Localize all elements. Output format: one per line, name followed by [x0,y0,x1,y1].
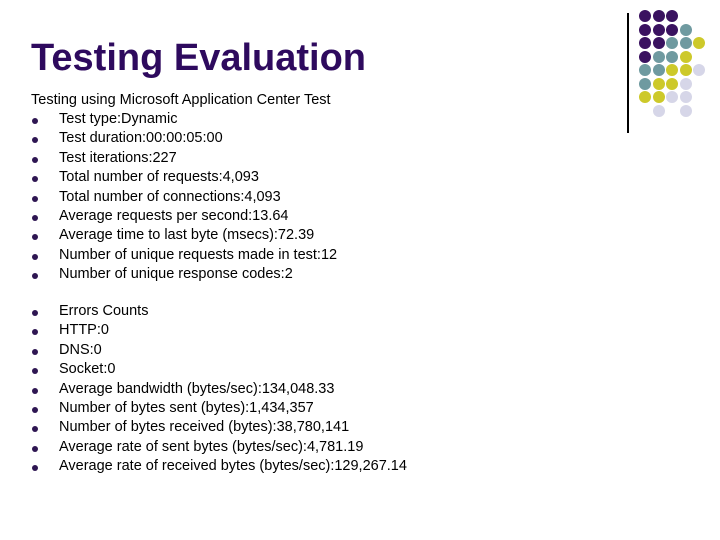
list-item: Test type:Dynamic [31,110,337,129]
decorative-dot [652,37,665,49]
decorative-dot [666,23,679,36]
bullet-icon [32,234,38,241]
slide-title: Testing Evaluation [31,37,367,79]
list-item-text: Test type:Dynamic [59,111,178,127]
decorative-dot [666,91,679,103]
decorative-dot [679,104,692,117]
list-item-text: Number of unique response codes:2 [59,266,293,283]
decorative-dot [652,50,665,63]
decorative-dot [693,64,706,76]
bullet-icon [32,348,38,355]
list-item-text: Number of bytes sent (bytes):1,434,357 [59,399,314,416]
list-item: Average rate of sent bytes (bytes/sec):4… [31,438,407,457]
list-item: DNS:0 [31,341,407,360]
list-item-text: Average bandwidth (bytes/sec):134,048.33 [59,380,335,397]
decorative-dot [639,10,651,22]
list-item: Socket:0 [31,360,407,379]
list-item-text: Socket:0 [59,361,116,378]
bullet-icon [32,156,38,163]
list-item: Number of bytes sent (bytes):1,434,357 [31,399,407,418]
list-item: Average rate of received bytes (bytes/se… [31,457,407,476]
bullet-icon [32,253,38,260]
list-item-text: Number of unique requests made in test:1… [59,246,338,263]
decorative-dot [679,77,692,90]
decorative-dot [666,77,679,90]
bullet-icon [32,273,38,280]
list-item: Number of unique requests made in test:1… [31,246,337,265]
decorative-dot [666,10,679,22]
errors-bandwidth-list: Errors Counts HTTP:0 DNS:0 Socket:0 Aver… [31,302,407,477]
bullet-icon [32,387,38,394]
decorative-dot [666,37,679,49]
decorative-dot [652,23,665,36]
bullet-icon [32,310,38,316]
decorative-dot [639,37,651,49]
decorative-dot [679,91,692,103]
list-item: Test duration:00:00:05:00 [31,129,337,148]
bullet-icon [32,214,38,221]
decorative-dot [679,50,692,63]
bullet-icon [32,406,38,413]
decorative-dot [639,64,651,76]
decorative-dot [679,23,692,36]
bullet-icon [32,329,38,336]
bullet-icon [32,137,38,144]
list-item: Total number of requests:4,093 [31,168,337,187]
decorative-divider-line [627,13,629,133]
list-item-text: Average time to last byte (msecs):72.39 [59,227,315,244]
list-item: Average requests per second:13.64 [31,207,337,226]
list-item-text: Test iterations:227 [59,149,177,166]
bullet-icon [32,118,38,124]
decorative-dot [652,104,665,117]
decorative-dot [693,37,706,49]
list-item-text: DNS:0 [59,341,102,358]
list-item-text: Average rate of received bytes (bytes/se… [59,458,407,475]
decorative-dot [652,91,665,103]
list-item-text: Errors Counts [59,303,149,319]
list-item-text: Total number of connections:4,093 [59,188,281,205]
decorative-dot [639,50,651,63]
list-item: Total number of connections:4,093 [31,188,337,207]
list-item: Average time to last byte (msecs):72.39 [31,226,337,245]
decorative-dot [652,64,665,76]
list-item: Errors Counts [31,302,407,321]
decorative-dot [639,23,651,36]
list-item-text: Number of bytes received (bytes):38,780,… [59,419,350,436]
decorative-dot [639,77,651,90]
list-item: Number of bytes received (bytes):38,780,… [31,418,407,437]
bullet-icon [32,195,38,202]
list-item: Number of unique response codes:2 [31,265,337,284]
decorative-dot [666,64,679,76]
decorative-dot [679,37,692,49]
list-item-text: Average requests per second:13.64 [59,207,289,224]
decorative-dot [639,91,651,103]
list-item: Average bandwidth (bytes/sec):134,048.33 [31,380,407,399]
decorative-dot [666,50,679,63]
decorative-dot [652,10,665,22]
list-item-text: HTTP:0 [59,322,109,339]
bullet-icon [32,426,38,433]
bullet-icon [32,368,38,375]
list-item-text: Total number of requests:4,093 [59,169,259,186]
list-item: HTTP:0 [31,321,407,340]
bullet-icon [32,445,38,452]
intro-text: Testing using Microsoft Application Cent… [31,92,331,108]
decorative-dot [679,64,692,76]
test-summary-list: Test type:Dynamic Test duration:00:00:05… [31,110,337,285]
bullet-icon [32,465,38,472]
list-item-text: Average rate of sent bytes (bytes/sec):4… [59,438,364,455]
bullet-icon [32,176,38,183]
decorative-dot [652,77,665,90]
list-item: Test iterations:227 [31,149,337,168]
list-item-text: Test duration:00:00:05:00 [59,130,223,147]
